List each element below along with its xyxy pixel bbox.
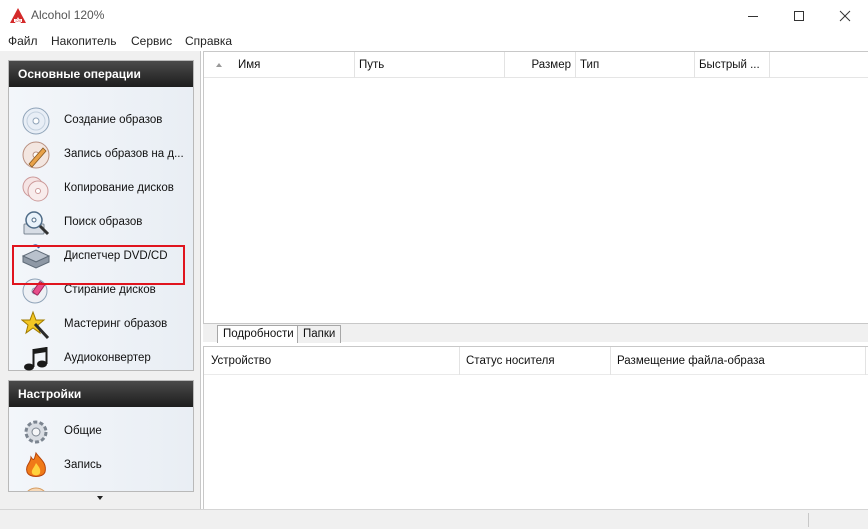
settings-group: Настройки Общие Запись — [8, 380, 194, 492]
sidebar-item-recording[interactable]: Запись — [13, 449, 189, 483]
sidebar: Основные операции Создание образов Запис… — [0, 51, 201, 509]
menu-bar: Файл Накопитель Сервис Справка — [0, 32, 868, 50]
column-type[interactable]: Тип — [576, 52, 695, 78]
sidebar-item-label: Поиск образов — [64, 216, 143, 228]
maximize-button[interactable] — [776, 0, 822, 32]
close-button[interactable] — [822, 0, 868, 32]
sidebar-scroll-down[interactable] — [8, 493, 194, 507]
sidebar-item-create-images[interactable]: Создание образов — [13, 104, 189, 138]
status-separator — [808, 513, 809, 527]
sidebar-item-search-images[interactable]: Поиск образов — [13, 206, 189, 240]
tab-folders[interactable]: Папки — [297, 325, 342, 343]
title-bar: 120 Alcohol 120% — [0, 0, 868, 32]
sidebar-item-general[interactable]: Общие — [13, 415, 189, 449]
menu-file[interactable]: Файл — [8, 34, 38, 48]
flame-icon — [26, 451, 46, 477]
column-size[interactable]: Размер — [505, 52, 576, 78]
sidebar-item-label: Стирание дисков — [64, 284, 156, 296]
chevron-down-icon — [97, 496, 103, 500]
sidebar-item-partial — [13, 483, 189, 491]
sidebar-item-label: Запись — [64, 459, 102, 471]
status-bar — [0, 509, 868, 529]
disc-burn-icon — [22, 141, 50, 169]
device-list[interactable]: Устройство Статус носителя Размещение фа… — [203, 346, 868, 509]
tab-details[interactable]: Подробности — [217, 325, 300, 343]
mastering-star-icon — [21, 310, 50, 340]
menu-service[interactable]: Сервис — [131, 34, 172, 48]
minimize-icon — [748, 16, 758, 17]
audio-notes-icon — [24, 347, 48, 371]
column-name[interactable]: Имя — [234, 52, 355, 78]
main-operations-group: Основные операции Создание образов Запис… — [8, 60, 194, 371]
device-list-header: Устройство Статус носителя Размещение фа… — [204, 347, 868, 375]
sidebar-item-audio-converter[interactable]: Аудиоконвертер — [13, 342, 189, 376]
sidebar-item-mastering[interactable]: Мастеринг образов — [13, 308, 189, 342]
column-path[interactable]: Путь — [355, 52, 505, 78]
partially-hidden-icon — [27, 487, 45, 491]
sidebar-item-label: Аудиоконвертер — [64, 352, 151, 364]
sort-ascending-icon — [216, 63, 222, 67]
image-list-header: Имя Путь Размер Тип Быстрый ... — [204, 52, 868, 78]
image-list[interactable]: Имя Путь Размер Тип Быстрый ... — [203, 51, 868, 323]
column-quick[interactable]: Быстрый ... — [695, 52, 770, 78]
settings-header[interactable]: Настройки — [9, 381, 193, 407]
highlight-box — [12, 245, 185, 285]
sidebar-item-label: Копирование дисков — [64, 182, 174, 194]
menu-drive[interactable]: Накопитель — [51, 34, 117, 48]
column-device[interactable]: Устройство — [205, 347, 460, 375]
disc-create-icon — [22, 107, 50, 135]
main-operations-header[interactable]: Основные операции — [9, 61, 193, 87]
maximize-icon — [794, 11, 804, 21]
column-image-location[interactable]: Размещение файла-образа — [611, 347, 866, 375]
alcohol-logo-icon: 120 — [10, 8, 26, 23]
sidebar-item-label: Создание образов — [64, 114, 163, 126]
sidebar-item-label: Мастеринг образов — [64, 318, 168, 330]
sidebar-item-label: Общие — [64, 425, 102, 437]
gear-icon — [24, 420, 48, 444]
window-title: Alcohol 120% — [31, 8, 105, 22]
sidebar-item-copy-discs[interactable]: Копирование дисков — [13, 172, 189, 206]
svg-text:120: 120 — [15, 19, 21, 23]
tab-strip: Подробности Папки — [203, 323, 868, 343]
disc-copy-icon — [22, 176, 49, 202]
close-icon — [839, 10, 851, 22]
sidebar-item-label: Запись образов на д... — [64, 148, 184, 160]
menu-help[interactable]: Справка — [185, 34, 232, 48]
minimize-button[interactable] — [730, 0, 776, 32]
sidebar-item-burn-images[interactable]: Запись образов на д... — [13, 138, 189, 172]
column-media-status[interactable]: Статус носителя — [460, 347, 611, 375]
image-search-icon — [23, 211, 50, 236]
